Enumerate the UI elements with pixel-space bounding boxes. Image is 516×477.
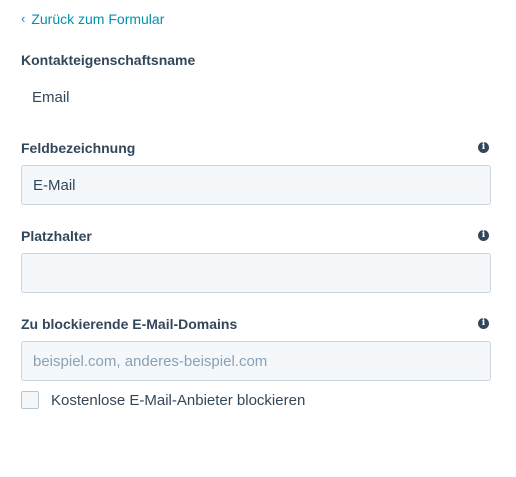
placeholder-input[interactable] [21, 253, 491, 293]
back-to-form-link[interactable]: ‹ Zurück zum Formular [21, 11, 164, 27]
info-icon[interactable]: i [478, 142, 489, 153]
blocked-domains-label: Zu blockierende E-Mail-Domains [21, 316, 238, 332]
chevron-left-icon: ‹ [21, 10, 26, 26]
block-free-providers-checkbox[interactable] [21, 391, 39, 409]
blocked-domains-input[interactable] [21, 341, 491, 381]
block-free-providers-label: Kostenlose E-Mail-Anbieter blockieren [51, 391, 306, 409]
field-label-input[interactable] [21, 165, 491, 205]
field-label-label: Feldbezeichnung [21, 140, 136, 156]
info-icon[interactable]: i [478, 230, 489, 241]
property-name-value: Email [32, 89, 70, 106]
block-free-providers-option[interactable]: Kostenlose E-Mail-Anbieter blockieren [21, 391, 305, 409]
property-name-label: Kontakteigenschaftsname [21, 52, 196, 68]
back-link-label: Zurück zum Formular [31, 11, 165, 27]
info-icon[interactable]: i [478, 318, 489, 329]
placeholder-label: Platzhalter [21, 228, 92, 244]
field-settings-panel: ‹ Zurück zum Formular Kontakteigenschaft… [0, 0, 516, 477]
